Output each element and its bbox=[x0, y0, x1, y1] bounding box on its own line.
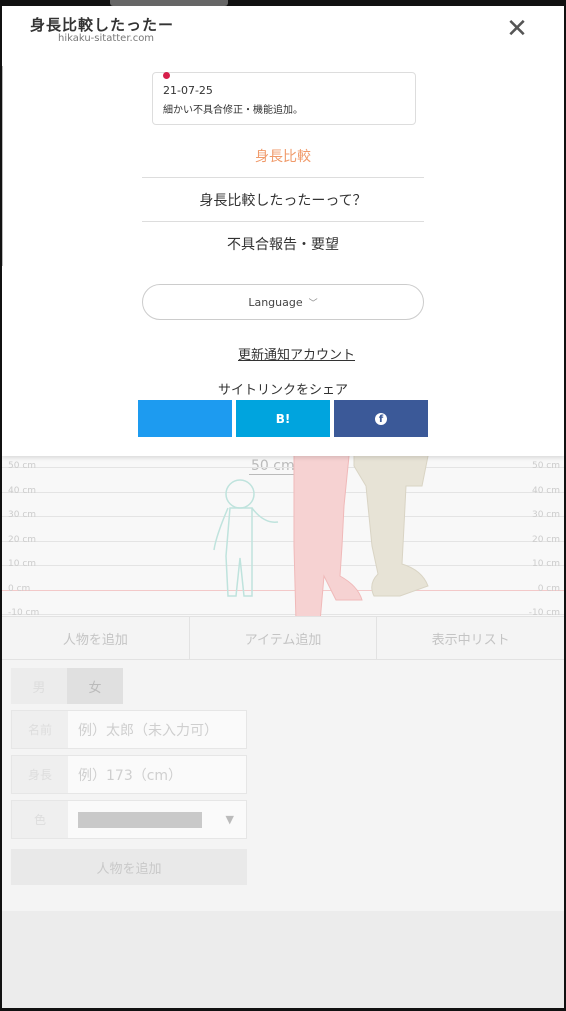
gender-male-button[interactable]: 男 bbox=[11, 668, 67, 704]
scrollbar[interactable] bbox=[2, 66, 3, 266]
hatena-share-button[interactable]: B! bbox=[236, 400, 330, 437]
app-frame: 50 cm 50 cm 50 cm 40 cm 40 cm 30 cm 30 c… bbox=[2, 6, 564, 1008]
pink-figure bbox=[293, 446, 363, 622]
footer-area bbox=[2, 911, 564, 1008]
child-figure bbox=[213, 479, 279, 597]
top-handle bbox=[110, 0, 228, 6]
hatena-icon: B! bbox=[275, 411, 291, 426]
height-row: 身長 例）173（cm） bbox=[11, 755, 247, 794]
gender-toggle: 男 女 bbox=[11, 668, 123, 704]
site-url: hikaku-sitatter.com bbox=[58, 33, 155, 44]
language-selector[interactable]: Language ﹀ bbox=[142, 284, 424, 320]
nav-height-compare[interactable]: 身長比較 bbox=[142, 134, 424, 178]
language-label: Language bbox=[248, 295, 303, 309]
tab-display-list[interactable]: 表示中リスト bbox=[377, 617, 564, 659]
name-row: 名前 例）太郎（未入力可） bbox=[11, 710, 247, 749]
new-indicator-dot bbox=[163, 72, 170, 79]
menu-panel: 身長比較したったー hikaku-sitatter.com ✕ 21-07-25… bbox=[2, 6, 564, 456]
gender-female-button[interactable]: 女 bbox=[67, 668, 123, 704]
add-person-button[interactable]: 人物を追加 bbox=[11, 849, 247, 885]
height-chart: 50 cm 50 cm 50 cm 40 cm 40 cm 30 cm 30 c… bbox=[2, 446, 564, 622]
chevron-down-icon: ﹀ bbox=[308, 298, 318, 309]
news-text: 細かい不具合修正・機能追加。 bbox=[163, 105, 303, 116]
name-label: 名前 bbox=[12, 711, 68, 748]
mode-tabs: 人物を追加 アイテム追加 表示中リスト bbox=[2, 616, 564, 660]
name-input[interactable]: 例）太郎（未入力可） bbox=[68, 711, 246, 748]
caret-down-icon: ▼ bbox=[225, 813, 234, 826]
tab-add-person[interactable]: 人物を追加 bbox=[2, 617, 190, 659]
height-label: 身長 bbox=[12, 756, 68, 793]
color-select[interactable]: ▼ bbox=[68, 801, 246, 838]
nav-about[interactable]: 身長比較したったーって？ bbox=[142, 178, 424, 222]
share-buttons: B! f bbox=[138, 400, 428, 437]
beige-figure bbox=[353, 446, 431, 597]
nav-bug-report[interactable]: 不具合報告・要望 bbox=[142, 222, 424, 266]
height-input[interactable]: 例）173（cm） bbox=[68, 756, 246, 793]
site-title: 身長比較したったー bbox=[30, 16, 175, 34]
news-date: 21-07-25 bbox=[163, 84, 213, 97]
tab-add-item[interactable]: アイテム追加 bbox=[190, 617, 378, 659]
figure-silhouettes bbox=[213, 446, 431, 622]
share-label: サイトリンクをシェア bbox=[218, 383, 349, 398]
color-swatch bbox=[78, 811, 202, 828]
update-account-link[interactable]: 更新通知アカウント bbox=[238, 344, 355, 363]
add-person-form: 男 女 名前 例）太郎（未入力可） 身長 例）173（cm） 色 ▼ 人物を追加 bbox=[11, 668, 247, 885]
color-row: 色 ▼ bbox=[11, 800, 247, 839]
facebook-share-button[interactable]: f bbox=[334, 400, 428, 437]
close-icon[interactable]: ✕ bbox=[502, 14, 532, 44]
color-label: 色 bbox=[12, 801, 68, 838]
facebook-icon: f bbox=[375, 412, 387, 425]
news-box: 21-07-25 細かい不具合修正・機能追加。 bbox=[152, 72, 416, 125]
twitter-share-button[interactable] bbox=[138, 400, 232, 437]
